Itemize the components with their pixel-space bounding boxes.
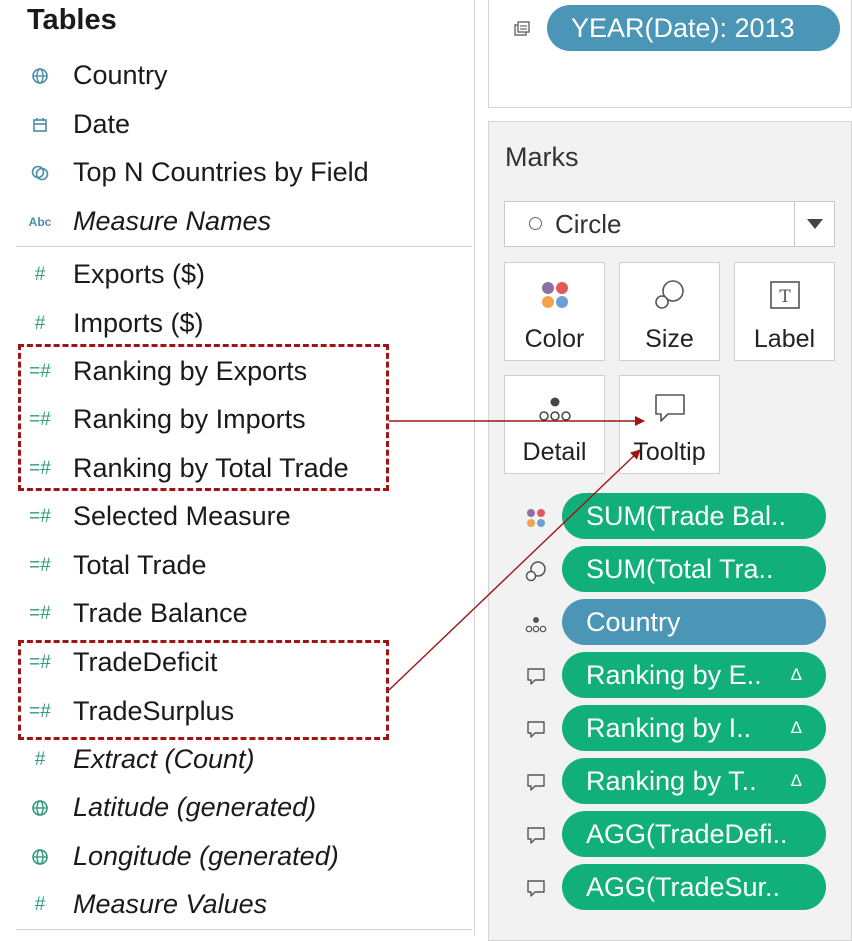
field-country[interactable]: Country <box>0 52 474 100</box>
field-label: Total Trade <box>73 550 207 580</box>
calculated-number-icon: =# <box>29 506 51 527</box>
color-button[interactable]: Color <box>504 262 605 361</box>
field-date[interactable]: Date <box>0 101 474 149</box>
field-total-trade[interactable]: =# Total Trade <box>0 542 474 590</box>
bottom-divider <box>16 929 472 930</box>
number-icon: # <box>34 313 46 334</box>
field-label: Measure Values <box>73 889 268 919</box>
filter-pill-year-date[interactable]: YEAR(Date): 2013 <box>547 5 840 51</box>
globe-icon <box>25 845 55 869</box>
dropdown-separator <box>794 202 795 246</box>
marks-pill-ranking-by-total-trade[interactable]: Ranking by T.. Δ <box>562 758 826 804</box>
circle-mark-icon <box>529 217 542 230</box>
highlight-box-rankings <box>18 344 389 491</box>
tooltip-icon <box>523 823 549 849</box>
field-measure-names[interactable]: Abc Measure Names <box>0 198 474 246</box>
pill-label: Country <box>586 606 681 637</box>
filter-shelf-icon <box>513 21 531 39</box>
field-label: Measure Names <box>73 206 272 236</box>
marks-pill-country[interactable]: Country <box>562 599 826 645</box>
field-label: Longitude (generated) <box>73 841 339 871</box>
tooltip-icon <box>523 770 549 796</box>
set-icon <box>25 161 55 185</box>
number-icon: # <box>34 749 46 770</box>
field-top-n-countries-set[interactable]: Top N Countries by Field <box>0 149 474 197</box>
field-label: Extract (Count) <box>73 744 255 774</box>
number-icon: # <box>34 894 46 915</box>
marks-pill-ranking-by-imports[interactable]: Ranking by I.. Δ <box>562 705 826 751</box>
tooltip-icon <box>523 717 549 743</box>
color-icon <box>523 505 549 531</box>
pill-label: SUM(Trade Bal.. <box>586 500 787 531</box>
marks-pill-total-trade[interactable]: SUM(Total Tra.. <box>562 546 826 592</box>
chevron-down-icon[interactable] <box>807 219 823 229</box>
section-divider <box>16 246 472 247</box>
tooltip-label: Tooltip <box>633 438 706 466</box>
color-icon <box>505 275 604 315</box>
calculated-number-icon: =# <box>29 603 51 624</box>
mark-type-label: Circle <box>555 209 622 239</box>
marks-title: Marks <box>505 142 579 172</box>
detail-icon <box>505 388 604 428</box>
tooltip-button[interactable]: Tooltip <box>619 375 720 474</box>
tables-header: Tables <box>27 4 117 36</box>
size-label: Size <box>645 325 694 353</box>
mark-type-dropdown[interactable]: Circle <box>504 201 835 247</box>
field-exports[interactable]: # Exports ($) <box>0 251 474 299</box>
field-longitude[interactable]: Longitude (generated) <box>0 833 474 881</box>
field-label: Date <box>73 109 131 139</box>
highlight-box-trade-fields <box>18 640 389 740</box>
size-icon <box>523 558 549 584</box>
filters-card: YEAR(Date): 2013 <box>488 0 852 108</box>
field-selected-measure[interactable]: =# Selected Measure <box>0 493 474 541</box>
color-label: Color <box>524 325 585 353</box>
calendar-icon <box>25 113 55 137</box>
abc-icon: Abc <box>28 215 52 229</box>
label-text-icon: T <box>735 275 834 315</box>
delta-icon: Δ <box>790 718 802 737</box>
marks-pill-trade-deficit[interactable]: AGG(TradeDefi.. <box>562 811 826 857</box>
number-icon: # <box>34 264 46 285</box>
detail-button[interactable]: Detail <box>504 375 605 474</box>
field-label: Country <box>73 60 168 90</box>
marks-pill-trade-surplus[interactable]: AGG(TradeSur.. <box>562 864 826 910</box>
globe-icon <box>25 64 55 88</box>
field-measure-values[interactable]: # Measure Values <box>0 881 474 929</box>
field-label: Latitude (generated) <box>73 792 317 822</box>
field-extract-count[interactable]: # Extract (Count) <box>0 736 474 784</box>
delta-icon: Δ <box>790 771 802 790</box>
field-label: Exports ($) <box>73 259 206 289</box>
detail-icon <box>523 611 549 637</box>
pill-label: SUM(Total Tra.. <box>586 553 774 584</box>
tooltip-icon <box>523 664 549 690</box>
delta-icon: Δ <box>790 665 802 684</box>
field-imports[interactable]: # Imports ($) <box>0 300 474 348</box>
svg-text:T: T <box>779 287 791 307</box>
tooltip-icon <box>523 876 549 902</box>
detail-label: Detail <box>522 438 587 466</box>
pill-label: AGG(TradeDefi.. <box>586 818 788 849</box>
marks-card: Marks Circle Color Size T Label Detail T… <box>488 121 852 941</box>
field-latitude[interactable]: Latitude (generated) <box>0 784 474 832</box>
label-button[interactable]: T Label <box>734 262 835 361</box>
size-button[interactable]: Size <box>619 262 720 361</box>
field-trade-balance[interactable]: =# Trade Balance <box>0 590 474 638</box>
field-label: Imports ($) <box>73 308 204 338</box>
field-label: Selected Measure <box>73 501 291 531</box>
pill-label: Ranking by E.. <box>586 659 762 690</box>
globe-icon <box>25 796 55 820</box>
tooltip-icon <box>620 388 719 428</box>
marks-pill-trade-balance[interactable]: SUM(Trade Bal.. <box>562 493 826 539</box>
pill-label: Ranking by I.. <box>586 712 752 743</box>
calculated-number-icon: =# <box>29 555 51 576</box>
pill-label: AGG(TradeSur.. <box>586 871 781 902</box>
size-icon <box>620 275 719 315</box>
field-label: Top N Countries by Field <box>73 157 369 187</box>
data-pane: Tables Country Date Top N Countries by F… <box>0 0 475 935</box>
field-label: Trade Balance <box>73 598 248 628</box>
label-label: Label <box>753 325 816 353</box>
marks-pill-ranking-by-exports[interactable]: Ranking by E.. Δ <box>562 652 826 698</box>
pill-label: Ranking by T.. <box>586 765 757 796</box>
